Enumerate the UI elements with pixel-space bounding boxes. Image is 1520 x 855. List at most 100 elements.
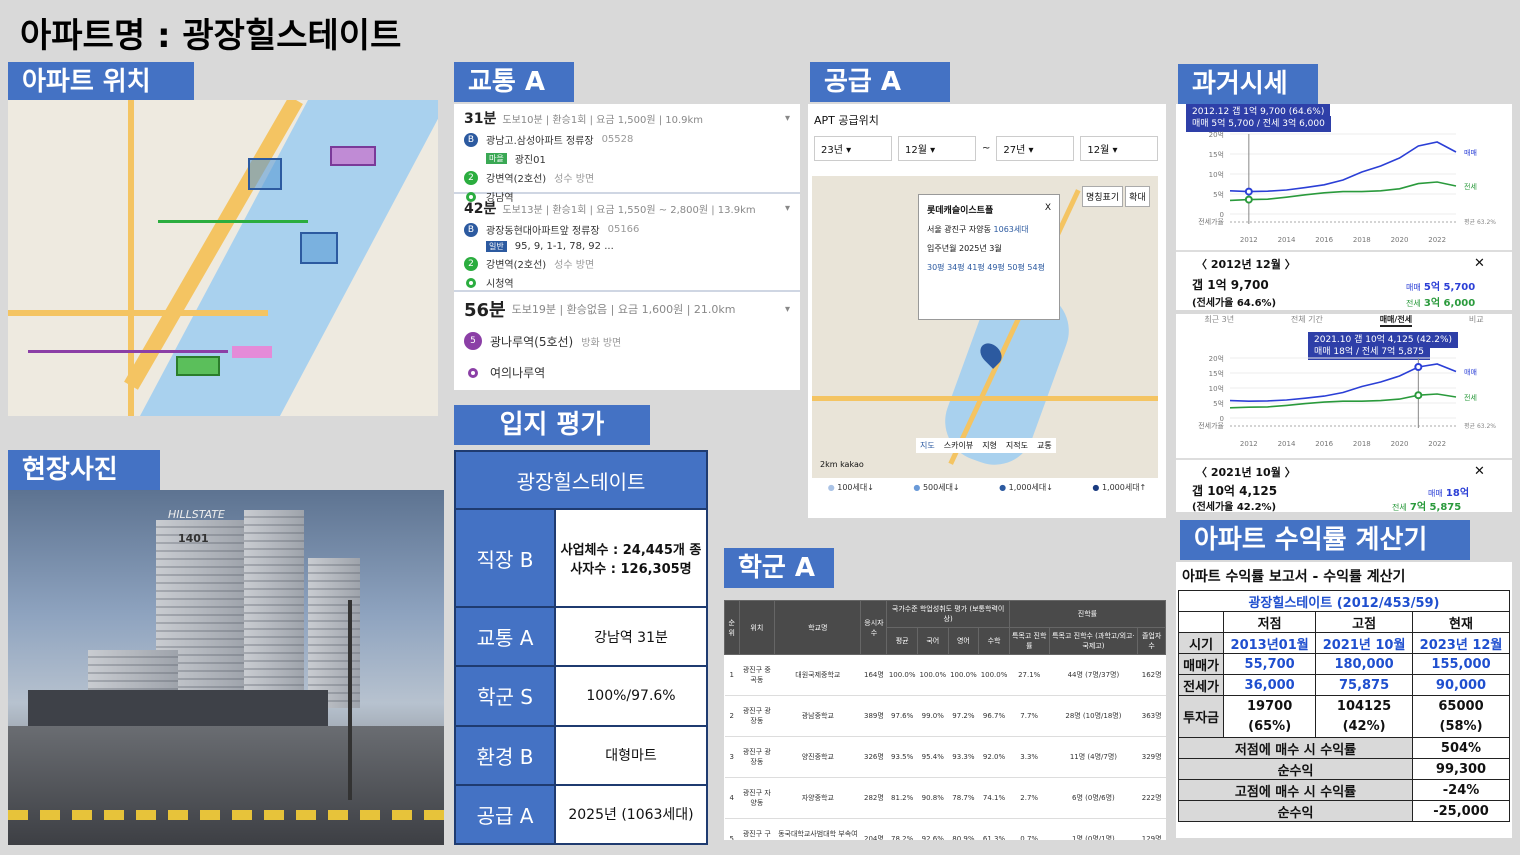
cell: (65%) <box>1223 716 1317 738</box>
end-month-select[interactable]: 12월 ▾ <box>1080 136 1159 161</box>
location-map[interactable] <box>8 100 438 416</box>
summary-label: 순수익 <box>1177 758 1414 780</box>
start-year-select[interactable]: 23년 ▾ <box>814 136 892 161</box>
table-cell: 5 <box>724 818 739 840</box>
tab-terrain[interactable]: 지형 <box>978 438 1001 453</box>
end-year-select[interactable]: 27년 ▾ <box>996 136 1075 161</box>
legend-item: ● 100세대↓ <box>827 483 874 492</box>
table-cell: 92.6% <box>917 818 949 840</box>
close-icon[interactable]: ✕ <box>1474 464 1485 479</box>
x-tick-label: 2012 <box>1240 440 1258 448</box>
tab-all-period[interactable]: 전체 기간 <box>1291 314 1323 327</box>
stop-name: 광장동현대아파트앞 정류장 <box>486 226 600 237</box>
popup-sizes: 30평 34평 41평 49평 50평 54평 <box>927 263 1045 272</box>
row-label: 투자금 <box>1177 695 1225 738</box>
subway-line-2 <box>158 220 308 223</box>
close-icon[interactable]: ✕ <box>1474 256 1485 271</box>
supply-map[interactable]: 명칭표기 확대 롯데캐슬이스트폴 X 서울 광진구 자양동 1063세대 입주년월… <box>812 176 1158 478</box>
main-road-vertical <box>128 100 134 416</box>
bus-icon: B <box>464 132 478 147</box>
cell: 2021년 10월 <box>1315 632 1414 654</box>
legend-item: ● 1,000세대↑ <box>1092 483 1147 492</box>
cell: 2023년 12월 <box>1412 632 1510 654</box>
route-item[interactable]: 42분 도보13분 | 환승1회 | 요금 1,550원 ~ 2,800원 | 1… <box>454 194 800 292</box>
table-cell: 2 <box>724 695 739 737</box>
start-month-select[interactable]: 12월 ▾ <box>898 136 976 161</box>
y-tick-label: 10억 <box>1209 171 1224 179</box>
apartment-popup: 롯데캐슬이스트폴 X 서울 광진구 자양동 1063세대 입주년월 2025년 3… <box>918 194 1060 320</box>
school-section-title: 학군 A <box>724 548 834 588</box>
subway-line-2-icon: 2 <box>464 170 478 185</box>
page-title: 아파트명 : 광장힐스테이트 <box>20 16 402 56</box>
close-icon[interactable]: X <box>1045 203 1051 216</box>
table-cell: 129명 <box>1137 818 1166 840</box>
eval-value: 강남역 31분 <box>554 605 708 668</box>
chevron-down-icon[interactable]: ▾ <box>785 113 790 124</box>
x-tick-label: 2018 <box>1353 236 1371 244</box>
series-line-0 <box>1229 141 1457 193</box>
supply-panel: APT 공급위치 23년 ▾ 12월 ▾ ~ 27년 ▾ 12월 ▾ 명칭표기 … <box>808 104 1166 518</box>
eval-value: 100%/97.6% <box>554 665 708 727</box>
tab-sale-rent[interactable]: 매매/전세 <box>1379 314 1413 327</box>
tab-map[interactable]: 지도 <box>916 438 939 453</box>
table-cell: 78.7% <box>948 777 979 819</box>
route-item[interactable]: 31분 도보10분 | 환승1회 | 요금 1,500원 | 10.9km ▾ B광… <box>454 104 800 204</box>
cell: 65000 <box>1412 695 1510 717</box>
building-tower-3 <box>308 558 360 708</box>
next-arrow-icon[interactable]: 〉 <box>1285 258 1296 271</box>
transit-section-title: 교통 A <box>454 62 574 102</box>
stop-extra: 05166 <box>607 224 640 235</box>
station-marker[interactable] <box>330 146 376 166</box>
popup-units: 1063세대 <box>993 225 1029 234</box>
table-cell: 광남중학교 <box>774 695 861 737</box>
col-header: 수학 <box>978 627 1010 655</box>
table-cell: 광진구 광장동 <box>739 695 775 737</box>
rent-label: 전세 <box>1392 503 1407 512</box>
col-header: 저점 <box>1223 611 1317 633</box>
stop-name: 광나루역(5호선) <box>490 334 574 349</box>
calc-table: 광장힐스테이트 (2012/453/59) 저점 고점 현재 시기 2013년01월 2… <box>1177 590 1510 822</box>
chart-tabs: 최근 3년 전체 기간 매매/전세 비교 <box>1176 314 1512 327</box>
table-cell: 3 <box>724 736 739 778</box>
tab-skyview[interactable]: 스카이뷰 <box>940 438 977 453</box>
name-toggle-button[interactable]: 명칭표기 <box>1082 186 1124 207</box>
tab-compare[interactable]: 비교 <box>1469 314 1484 327</box>
supply-header: APT 공급위치 <box>814 114 879 127</box>
table-cell: 78.2% <box>886 818 918 840</box>
y-tick-label: 20억 <box>1209 131 1224 139</box>
apartment-marker[interactable] <box>248 158 282 190</box>
subway-line-5-icon: 5 <box>464 332 482 350</box>
eval-label: 직장 B <box>454 508 556 608</box>
prev-arrow-icon[interactable]: 〈 <box>1196 466 1207 479</box>
tab-cadastral[interactable]: 지적도 <box>1002 438 1032 453</box>
table-row: 1 광진구 중곡동 대원국제중학교 164명 100.0% 100.0% 100.0% 100… <box>724 654 1166 696</box>
y-tick-label: 15억 <box>1209 370 1224 378</box>
station-marker-2[interactable] <box>176 356 220 376</box>
table-cell: 80.9% <box>948 818 979 840</box>
tab-recent-3y[interactable]: 최근 3년 <box>1204 314 1234 327</box>
map-scale: 2km <box>820 460 838 469</box>
prev-arrow-icon[interactable]: 〈 <box>1196 258 1207 271</box>
y-tick-label: 15억 <box>1209 151 1224 159</box>
chevron-down-icon[interactable]: ▾ <box>785 203 790 214</box>
table-cell: 164명 <box>860 654 887 696</box>
apartment-marker-2[interactable] <box>300 232 338 264</box>
route-item[interactable]: 56분 도보19분 | 환승없음 | 요금 1,600원 | 21.0km ▾ 5광… <box>454 292 800 390</box>
table-cell: 대원국제중학교 <box>774 654 861 696</box>
col-header: 특목고 진학수 (과학고/외고·국제고) <box>1048 627 1139 655</box>
chevron-down-icon[interactable]: ▾ <box>785 304 790 315</box>
table-cell: 11명 (4명/7명) <box>1049 736 1138 778</box>
sale-label: 매매 <box>1428 489 1443 498</box>
route-info: 도보10분 | 환승1회 | 요금 1,500원 | 10.9km <box>502 114 704 126</box>
summary-value: 504% <box>1412 737 1510 759</box>
col-header: 국가수준 학업성취도 평가 (보통학력이상) <box>886 600 1010 628</box>
supply-section-title: 공급 A <box>810 62 950 102</box>
cursor-point <box>1244 195 1253 204</box>
next-arrow-icon[interactable]: 〉 <box>1285 466 1296 479</box>
location-section-title: 아파트 위치 <box>8 62 194 102</box>
tab-traffic[interactable]: 교통 <box>1033 438 1056 453</box>
popup-address: 서울 광진구 자양동 <box>927 225 991 234</box>
zoom-button[interactable]: 확대 <box>1125 186 1150 207</box>
stop-name: 강변역(2호선) <box>486 174 547 185</box>
series-label: 평균 63.2% <box>1464 422 1496 430</box>
